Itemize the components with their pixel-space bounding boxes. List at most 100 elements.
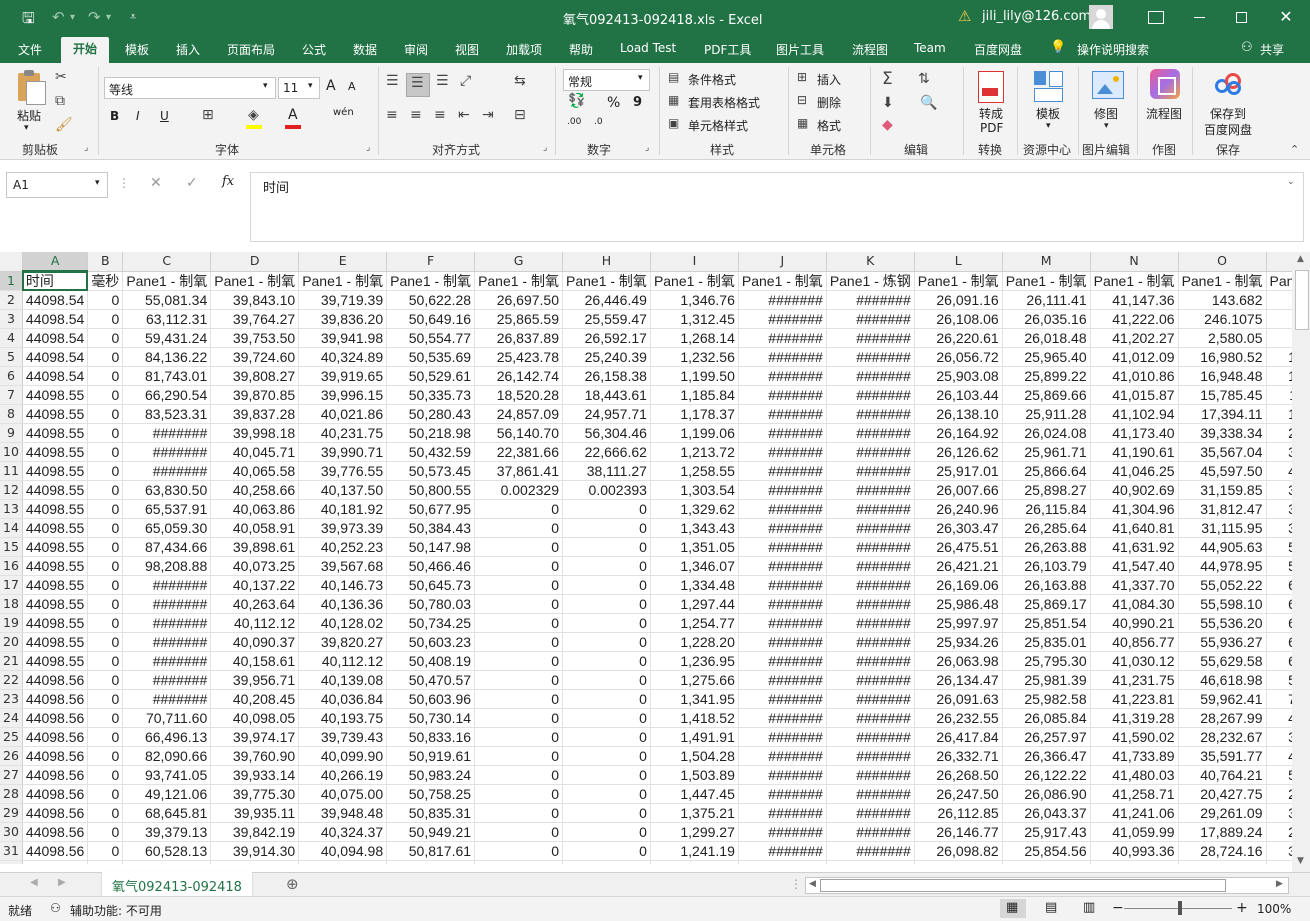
cell-j24[interactable]: ####### — [738, 708, 827, 728]
cell-a18[interactable]: 44098.55 — [22, 594, 89, 614]
template-button[interactable]: 模板 — [1036, 105, 1060, 122]
cell-f20[interactable]: 50,603.23 — [386, 632, 476, 652]
row-header[interactable]: 2 — [0, 290, 23, 310]
cell-p18[interactable]: 66,876.51 — [1266, 594, 1292, 614]
tab-load-test[interactable]: Load Test — [620, 41, 676, 55]
cell-b10[interactable]: 0 — [87, 442, 124, 462]
cell-m32[interactable] — [1002, 860, 1091, 864]
cell-p27[interactable]: 52,976.84 — [1266, 765, 1292, 785]
cell-k8[interactable]: ####### — [826, 404, 915, 424]
cell-m30[interactable]: 25,917.43 — [1002, 822, 1091, 842]
row-header[interactable]: 32 — [0, 860, 23, 864]
cell-h15[interactable]: 0 — [562, 537, 651, 557]
cell-o7[interactable]: 15,785.45 — [1178, 385, 1267, 405]
cell-m12[interactable]: 25,898.27 — [1002, 480, 1091, 500]
cell-d6[interactable]: 39,808.27 — [210, 366, 300, 386]
cell-g8[interactable]: 24,857.09 — [474, 404, 563, 424]
cell-g23[interactable]: 0 — [474, 689, 563, 709]
cell-a2[interactable]: 44098.54 — [22, 290, 89, 310]
cell-n30[interactable]: 41,059.99 — [1090, 822, 1179, 842]
underline-button[interactable]: U — [160, 109, 169, 123]
cell-n19[interactable]: 40,990.21 — [1090, 613, 1179, 633]
align-top-icon[interactable]: ☰ — [386, 73, 399, 89]
cell-k10[interactable]: ####### — [826, 442, 915, 462]
align-right-icon[interactable]: ≡ — [434, 107, 446, 123]
cell-o1[interactable]: Pane1 - 制氧 — [1178, 271, 1267, 291]
cell-e30[interactable]: 40,324.37 — [298, 822, 388, 842]
cell-o4[interactable]: 2,580.05 — [1178, 328, 1267, 348]
cell-f27[interactable]: 50,983.24 — [386, 765, 476, 785]
cell-h32[interactable] — [562, 860, 651, 864]
cell-a6[interactable]: 44098.54 — [22, 366, 89, 386]
cell-k18[interactable]: ####### — [826, 594, 915, 614]
cell-i12[interactable]: 1,303.54 — [650, 480, 739, 500]
cell-h5[interactable]: 25,240.39 — [562, 347, 651, 367]
cell-p30[interactable]: 21,489.88 — [1266, 822, 1292, 842]
cell-i9[interactable]: 1,199.06 — [650, 423, 739, 443]
cell-c22[interactable]: ####### — [122, 670, 212, 690]
conditional-formatting-button[interactable]: 条件格式 — [688, 71, 736, 88]
tab-view[interactable]: 视图 — [455, 41, 479, 58]
cell-c24[interactable]: 70,711.60 — [122, 708, 212, 728]
cell-e26[interactable]: 40,099.90 — [298, 746, 388, 766]
cell-o22[interactable]: 46,618.98 — [1178, 670, 1267, 690]
cell-k15[interactable]: ####### — [826, 537, 915, 557]
tab-split-grip-icon[interactable]: ⋮ — [790, 877, 802, 891]
cell-h24[interactable]: 0 — [562, 708, 651, 728]
cell-c30[interactable]: 39,379.13 — [122, 822, 212, 842]
cell-d31[interactable]: 39,914.30 — [210, 841, 300, 861]
italic-button[interactable]: I — [136, 109, 140, 123]
cell-j6[interactable]: ####### — [738, 366, 827, 386]
convert-pdf-button[interactable]: 转成 — [979, 105, 1003, 122]
cell-g19[interactable]: 0 — [474, 613, 563, 633]
cell-i1[interactable]: Pane1 - 制氧 — [650, 271, 739, 291]
cell-g10[interactable]: 22,381.66 — [474, 442, 563, 462]
cell-a32[interactable] — [22, 860, 89, 864]
cell-p12[interactable]: 33,037.04 — [1266, 480, 1292, 500]
insert-cells-button[interactable]: 插入 — [817, 71, 841, 88]
cell-l26[interactable]: 26,332.71 — [914, 746, 1003, 766]
increase-indent-icon[interactable]: ⇥ — [482, 107, 494, 123]
cell-l19[interactable]: 25,997.97 — [914, 613, 1003, 633]
cell-p1[interactable]: Pane1 - 制氧 — [1266, 271, 1292, 291]
cell-e24[interactable]: 40,193.75 — [298, 708, 388, 728]
undo-icon[interactable]: ↶ — [52, 8, 65, 26]
cell-f13[interactable]: 50,677.95 — [386, 499, 476, 519]
cell-a14[interactable]: 44098.55 — [22, 518, 89, 538]
cell-styles-icon[interactable]: ▣ — [668, 116, 679, 130]
cell-i6[interactable]: 1,199.50 — [650, 366, 739, 386]
cell-l8[interactable]: 26,138.10 — [914, 404, 1003, 424]
cell-b30[interactable]: 0 — [87, 822, 124, 842]
cell-m23[interactable]: 25,982.58 — [1002, 689, 1091, 709]
cell-n8[interactable]: 41,102.94 — [1090, 404, 1179, 424]
cell-b5[interactable]: 0 — [87, 347, 124, 367]
cell-f18[interactable]: 50,780.03 — [386, 594, 476, 614]
cell-f28[interactable]: 50,758.25 — [386, 784, 476, 804]
cell-c15[interactable]: 87,434.66 — [122, 537, 212, 557]
cell-n25[interactable]: 41,590.02 — [1090, 727, 1179, 747]
cell-k19[interactable]: ####### — [826, 613, 915, 633]
cell-p23[interactable]: 78,734.93 — [1266, 689, 1292, 709]
cell-h30[interactable]: 0 — [562, 822, 651, 842]
row-header[interactable]: 15 — [0, 537, 23, 557]
column-header-e[interactable]: E — [298, 252, 388, 272]
redo-dropdown-icon[interactable]: ▾ — [106, 12, 111, 23]
cell-d21[interactable]: 40,158.61 — [210, 651, 300, 671]
cell-o21[interactable]: 55,629.58 — [1178, 651, 1267, 671]
cell-m27[interactable]: 26,122.22 — [1002, 765, 1091, 785]
cell-d17[interactable]: 40,137.22 — [210, 575, 300, 595]
cell-k11[interactable]: ####### — [826, 461, 915, 481]
cell-m25[interactable]: 26,257.97 — [1002, 727, 1091, 747]
cell-n18[interactable]: 41,084.30 — [1090, 594, 1179, 614]
zoom-slider-thumb[interactable] — [1178, 901, 1182, 915]
cell-l21[interactable]: 26,063.98 — [914, 651, 1003, 671]
cell-f31[interactable]: 50,817.61 — [386, 841, 476, 861]
cell-table[interactable]: ABCDEFGHIJKLMNOPQR1时间毫秒Pane1 - 制氧Pane1 -… — [0, 252, 1292, 864]
cell-l29[interactable]: 26,112.85 — [914, 803, 1003, 823]
cell-n1[interactable]: Pane1 - 制氧 — [1090, 271, 1179, 291]
cell-k22[interactable]: ####### — [826, 670, 915, 690]
cell-o11[interactable]: 45,597.50 — [1178, 461, 1267, 481]
cell-d1[interactable]: Pane1 - 制氧 — [210, 271, 300, 291]
cell-c17[interactable]: ####### — [122, 575, 212, 595]
cell-b15[interactable]: 0 — [87, 537, 124, 557]
